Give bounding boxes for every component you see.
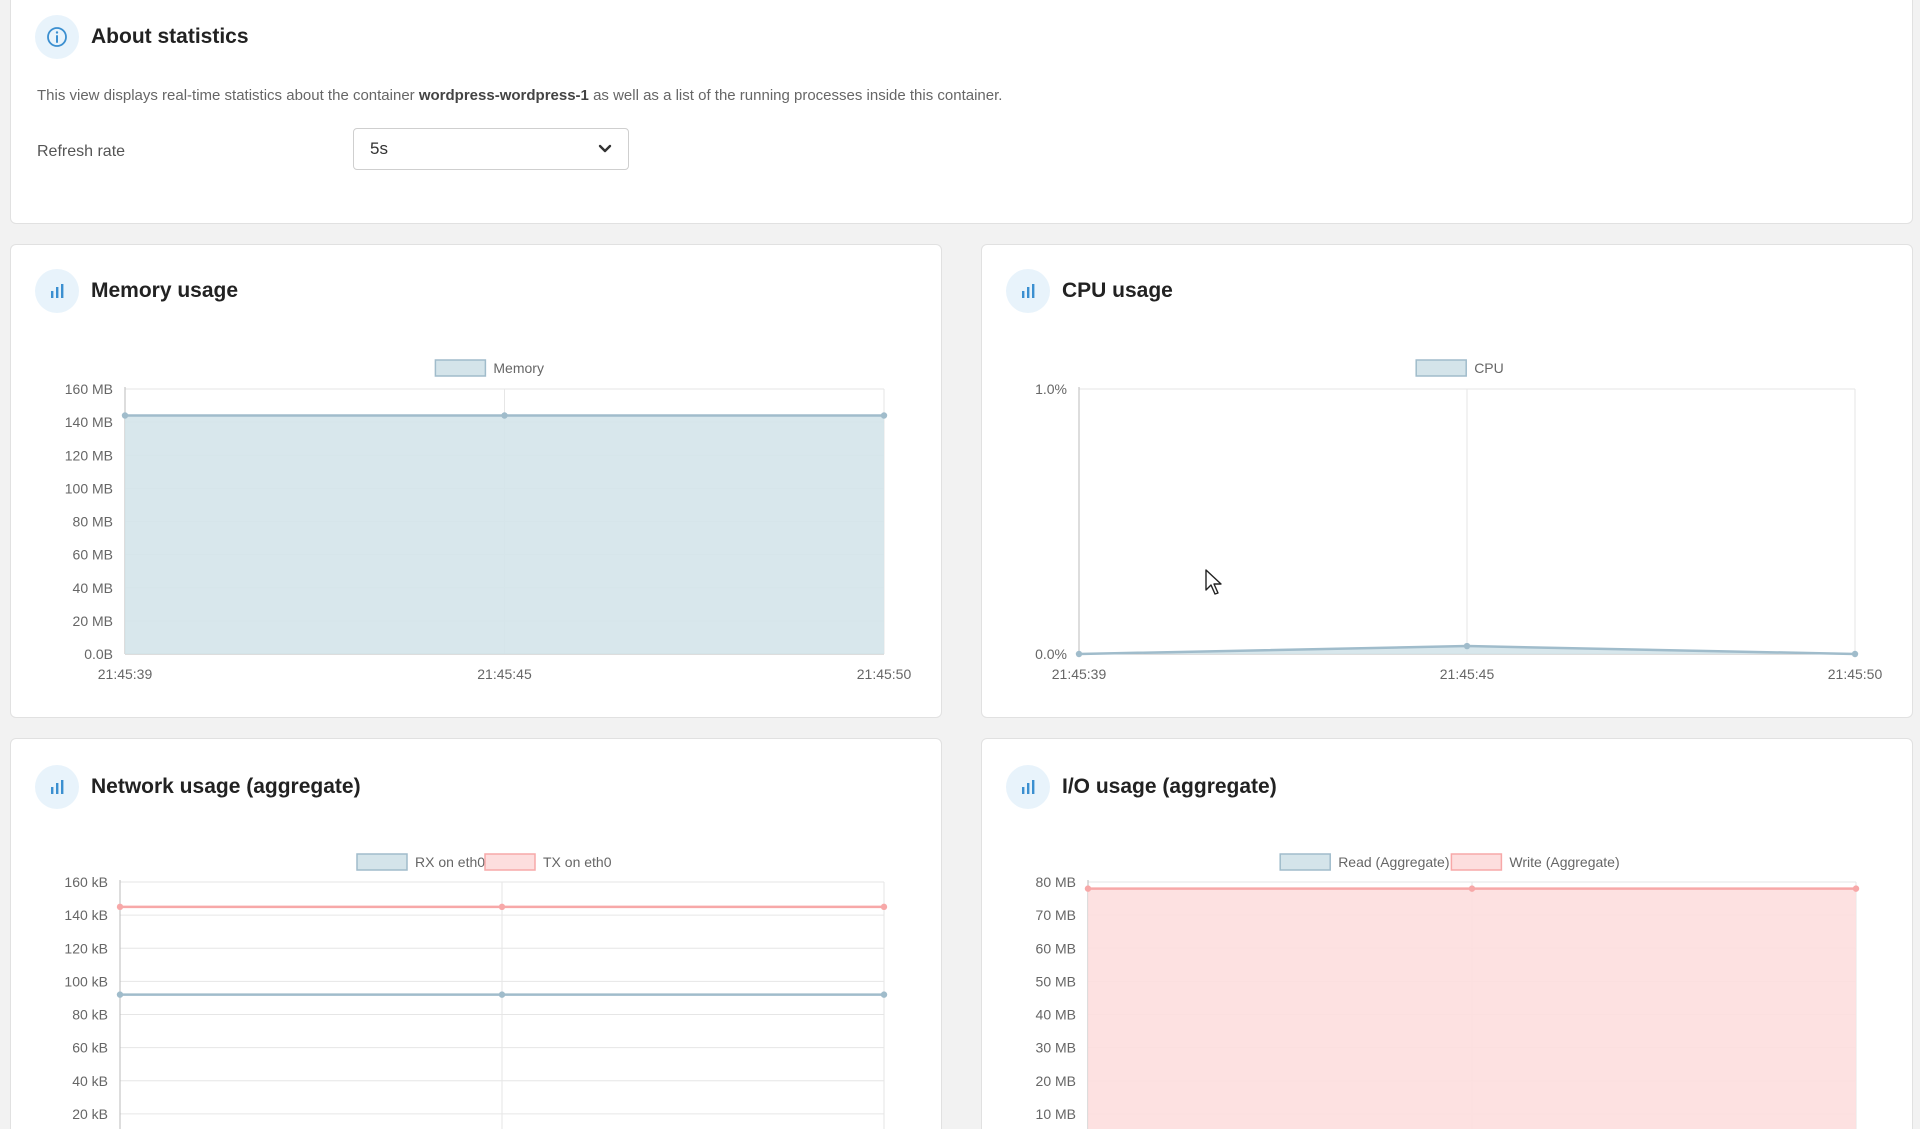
- about-description: This view displays real-time statistics …: [37, 87, 1002, 104]
- io-usage-panel: I/O usage (aggregate): [981, 738, 1913, 1129]
- about-statistics-panel: About statistics This view displays real…: [10, 0, 1913, 224]
- about-title: About statistics: [91, 25, 249, 48]
- cpu-title: CPU usage: [1062, 279, 1173, 302]
- cpu-header: CPU usage: [1006, 269, 1173, 313]
- refresh-rate-value: 5s: [370, 139, 388, 158]
- memory-title: Memory usage: [91, 279, 239, 302]
- about-desc-suffix: as well as a list of the running process…: [593, 87, 1003, 104]
- container-name: wordpress-wordpress-1: [418, 87, 589, 104]
- io-title: I/O usage (aggregate): [1062, 775, 1277, 798]
- network-header: Network usage (aggregate): [35, 765, 361, 809]
- network-usage-panel: Network usage (aggregate): [10, 738, 942, 1129]
- network-title: Network usage (aggregate): [91, 775, 361, 798]
- refresh-rate-label: Refresh rate: [37, 143, 126, 160]
- about-header: About statistics: [35, 15, 249, 59]
- refresh-rate-select[interactable]: 5s: [353, 128, 629, 170]
- bar-chart-icon: [1006, 765, 1050, 809]
- chevron-down-icon: [598, 144, 612, 153]
- mouse-cursor-icon: [1205, 569, 1222, 595]
- io-header: I/O usage (aggregate): [1006, 765, 1277, 809]
- memory-usage-panel: Memory usage: [10, 244, 942, 718]
- about-desc-prefix: This view displays real-time statistics …: [37, 87, 415, 104]
- bar-chart-icon: [35, 765, 79, 809]
- memory-header: Memory usage: [35, 269, 238, 313]
- cpu-usage-panel: CPU usage: [981, 244, 1913, 718]
- bar-chart-icon: [35, 269, 79, 313]
- bar-chart-icon: [1006, 269, 1050, 313]
- info-icon: [35, 15, 79, 59]
